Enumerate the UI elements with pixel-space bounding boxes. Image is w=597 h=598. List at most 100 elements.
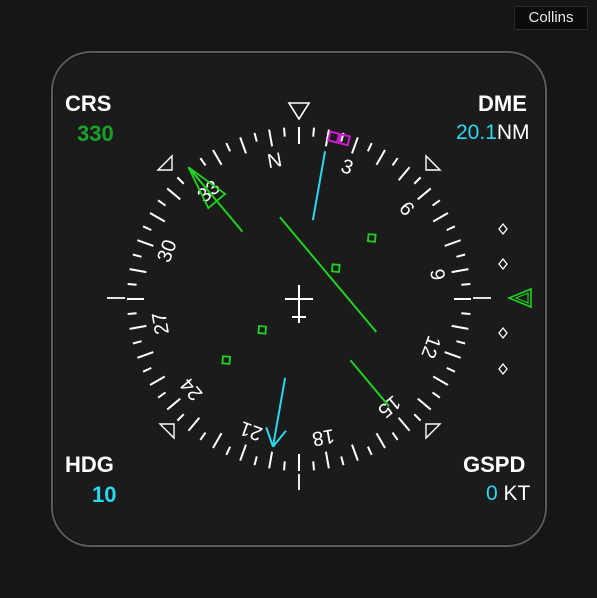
compass-tick (212, 149, 223, 166)
ref-triangle-ne (425, 154, 442, 171)
ref-triangle-nw (156, 154, 173, 171)
compass-tick (176, 413, 185, 422)
compass-tick (142, 225, 152, 232)
compass-tick (283, 127, 286, 137)
compass-label: 30 (153, 237, 181, 265)
compass-label: 6 (394, 198, 418, 221)
compass-tick (397, 166, 411, 181)
compass-tick (142, 366, 152, 373)
compass-tick (187, 417, 201, 432)
compass-tick (127, 283, 137, 286)
deviation-dot (221, 355, 232, 365)
compass-tick (268, 129, 274, 147)
compass-tick (397, 417, 411, 432)
compass-tick (324, 451, 330, 469)
compass-tick (149, 375, 166, 386)
gs-dot (498, 222, 508, 236)
compass-tick (431, 199, 441, 207)
compass-tick (137, 239, 154, 247)
compass-tick (166, 187, 181, 201)
compass-tick (444, 239, 461, 247)
compass-tick (268, 451, 274, 469)
gs-dot (498, 362, 508, 376)
deviation-dot (366, 233, 377, 243)
compass-tick (351, 137, 359, 154)
compass-tick (157, 199, 167, 207)
compass-tick (129, 324, 147, 330)
compass-label: N (266, 149, 284, 173)
compass-tick (451, 324, 469, 330)
gs-dot (498, 326, 508, 340)
compass-tick (446, 366, 456, 373)
compass-tick (461, 283, 471, 286)
compass-tick (413, 176, 422, 185)
compass-tick (451, 268, 469, 274)
compass-label: 3 (338, 155, 356, 179)
compass-tick (239, 137, 247, 154)
aircraft-symbol (285, 285, 313, 323)
glideslope-scale (498, 222, 532, 376)
compass-tick (199, 431, 207, 441)
course-pointer (187, 166, 390, 407)
heading-bug-left (327, 130, 341, 144)
ref-triangle-se (425, 423, 442, 440)
compass-label: 9 (425, 267, 449, 282)
compass-tick (432, 375, 449, 386)
heading-bug (327, 130, 352, 147)
compass-label: 12 (416, 333, 444, 361)
compass-tick (432, 212, 449, 223)
compass-tick (132, 253, 142, 258)
bearing-pointer-shaft (271, 377, 287, 447)
compass-tick (461, 312, 471, 315)
compass-tick (199, 157, 207, 167)
compass-tick (132, 340, 142, 345)
compass-card: N3691215182124273033 (127, 127, 471, 471)
compass-tick (366, 142, 373, 152)
compass-tick (456, 340, 466, 345)
compass-label: 24 (176, 373, 207, 404)
compass-tick (446, 225, 456, 232)
course-arrow-shaft (187, 166, 244, 233)
course-deviation-bar (279, 216, 378, 333)
compass-tick (417, 397, 432, 411)
compass-tick (375, 149, 386, 166)
compass-tick (176, 176, 185, 185)
compass-tick (127, 312, 137, 315)
compass-tick (413, 413, 422, 422)
compass-label: 27 (148, 310, 174, 336)
compass-label: 18 (310, 424, 336, 450)
compass-label: 21 (237, 416, 265, 444)
gs-dot (498, 257, 508, 271)
compass-tick (456, 253, 466, 258)
compass-tick (149, 212, 166, 223)
compass-tick (253, 456, 258, 466)
compass-tick (129, 268, 147, 274)
compass-tick (137, 351, 154, 359)
compass-tick (366, 446, 373, 456)
compass-tick (391, 157, 399, 167)
bearing-pointer-tail (311, 151, 327, 221)
hsi-compass: N3691215182124273033 (107, 102, 532, 490)
compass-tick (225, 446, 232, 456)
deviation-dot (257, 325, 268, 335)
compass-tick (351, 444, 359, 461)
compass-tick (391, 431, 399, 441)
course-arrow-tail (349, 359, 390, 407)
compass-tick (312, 461, 315, 471)
deviation-dot (330, 263, 341, 273)
compass-tick (375, 432, 386, 449)
compass-tick (166, 397, 181, 411)
compass-tick (157, 391, 167, 399)
compass-tick (283, 461, 286, 471)
compass-tick (312, 127, 315, 137)
heading-bug-right (337, 133, 352, 147)
ref-triangle-sw (158, 423, 175, 440)
compass-tick (431, 391, 441, 399)
lubber-triangle (287, 102, 311, 121)
compass-tick (225, 142, 232, 152)
compass-tick (444, 351, 461, 359)
compass-tick (417, 187, 432, 201)
compass-tick (212, 432, 223, 449)
compass-tick (340, 456, 345, 466)
compass-tick (253, 132, 258, 142)
